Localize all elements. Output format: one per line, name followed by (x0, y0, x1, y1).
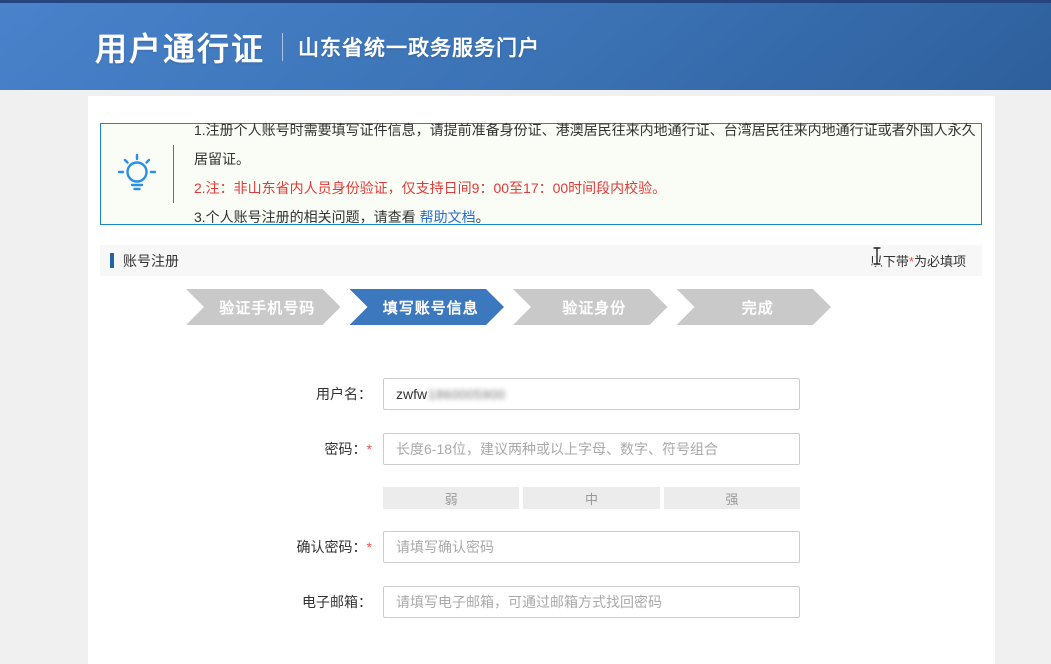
password-strength-meter: 弱 中 强 (88, 487, 995, 509)
registration-form: 用户名： zwfw1860005900 密码：* 弱 中 强 确认密码：* (88, 378, 995, 618)
password-required-star: * (367, 441, 372, 457)
portal-subtitle: 山东省统一政务服务门户 (298, 32, 540, 62)
confirm-password-label: 确认密码：* (88, 537, 372, 557)
strength-strong: 强 (664, 487, 800, 509)
step-verify-phone: 验证手机号码 (186, 289, 341, 325)
section-bar: 账号注册 以下带*为必填项 (100, 245, 982, 276)
username-label: 用户名： (88, 384, 372, 404)
step-verify-identity: 验证身份 (513, 289, 668, 325)
step-wizard: 验证手机号码 填写账号信息 验证身份 完成 (186, 289, 831, 325)
step-fill-account-info: 填写账号信息 (350, 289, 505, 325)
password-label-text: 密码： (325, 441, 367, 457)
notice-line-3-text: 3.个人账号注册的相关问题，请查看 (194, 209, 420, 225)
password-input[interactable] (383, 433, 800, 465)
notice-divider (173, 145, 174, 203)
help-doc-link[interactable]: 帮助文档 (420, 209, 476, 225)
strength-weak: 弱 (383, 487, 519, 509)
username-input[interactable]: zwfw1860005900 (383, 378, 800, 410)
page-title: 用户通行证 (95, 24, 265, 70)
header-divider (282, 33, 283, 61)
content-card: 1.注册个人账号时需要填写证件信息，请提前准备身份证、港澳居民往来内地通行证、台… (88, 96, 995, 664)
registration-page: { "header": { "title": "用户通行证", "subtitl… (0, 0, 1051, 664)
password-label: 密码：* (88, 439, 372, 459)
required-hint-suffix: 为必填项 (914, 254, 966, 269)
notice-line-3: 3.个人账号注册的相关问题，请查看 帮助文档。 (194, 203, 981, 232)
email-label: 电子邮箱： (88, 592, 372, 612)
notice-box: 1.注册个人账号时需要填写证件信息，请提前准备身份证、港澳居民往来内地通行证、台… (100, 123, 982, 225)
password-row: 密码：* (88, 433, 995, 465)
section-marker (110, 253, 114, 268)
confirm-password-required-star: * (367, 539, 372, 555)
notice-line-2: 2.注：非山东省内人员身份验证，仅支持日间9：00至17：00时间段内校验。 (194, 174, 981, 203)
confirm-password-row: 确认密码：* (88, 531, 995, 563)
username-value-redacted: 1860005900 (428, 387, 505, 402)
notice-line-3-suffix: 。 (476, 209, 490, 225)
step-complete: 完成 (677, 289, 832, 325)
notice-line-1: 1.注册个人账号时需要填写证件信息，请提前准备身份证、港澳居民往来内地通行证、台… (194, 116, 981, 174)
username-row: 用户名： zwfw1860005900 (88, 378, 995, 410)
email-input[interactable] (383, 586, 800, 618)
email-row: 电子邮箱： (88, 586, 995, 618)
text-ibeam-cursor (871, 246, 883, 271)
confirm-password-input[interactable] (383, 531, 800, 563)
confirm-password-label-text: 确认密码： (297, 539, 367, 555)
strength-medium: 中 (523, 487, 659, 509)
section-title: 账号注册 (123, 251, 179, 271)
required-fields-hint: 以下带*为必填项 (870, 251, 966, 270)
page-header: 用户通行证 山东省统一政务服务门户 (0, 0, 1051, 90)
lightbulb-icon (101, 153, 173, 195)
username-value: zwfw (396, 386, 427, 402)
